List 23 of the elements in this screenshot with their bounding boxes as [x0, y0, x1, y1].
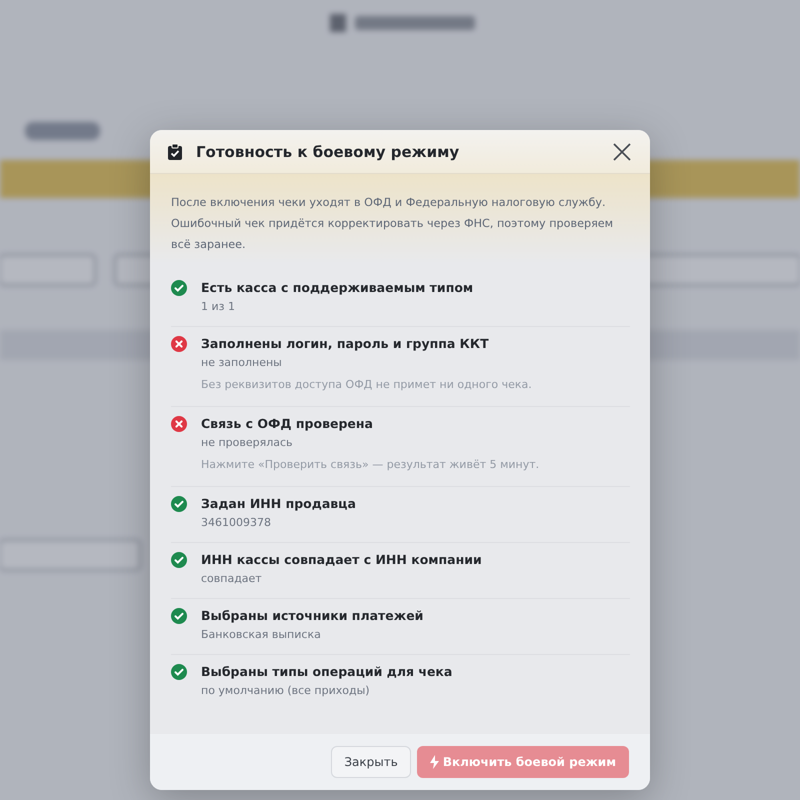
- close-button[interactable]: Закрыть: [331, 746, 411, 778]
- check-value: совпадает: [201, 571, 263, 587]
- check-value: 3461009378: [201, 515, 272, 531]
- check-title: Заполнены логин, пароль и группа ККТ: [201, 335, 490, 353]
- blurred-page-icon: [330, 14, 346, 32]
- check-title: Выбраны источники платежей: [201, 607, 424, 625]
- lightning-icon: [430, 755, 439, 769]
- intro-text: После включения чеки уходят в ОФД и Федеральную налоговую службу. Ошибочный чек придётся корректировать через ФНС, поэтому проверяем всё заранее.: [171, 195, 614, 253]
- check-hint: Без реквизитов доступа ОФД не примет ни одного чека.: [201, 377, 532, 393]
- check-value: по умолчанию (все приходы): [201, 683, 371, 699]
- check-title: Связь с ОФД проверена: [201, 415, 374, 433]
- check-title: Выбраны типы операций для чека: [201, 663, 452, 681]
- check-value: не заполнены: [201, 355, 283, 371]
- check-value: 1 из 1: [201, 299, 236, 315]
- close-icon[interactable]: [612, 142, 632, 162]
- clipboard-check-icon: [168, 144, 182, 160]
- check-value: не проверялась: [201, 435, 294, 451]
- check-title: Задан ИНН продавца: [201, 495, 356, 513]
- check-title: ИНН кассы совпадает с ИНН компании: [201, 551, 482, 569]
- check-title: Есть касса с поддерживаемым типом: [201, 279, 474, 297]
- dialog-title: Готовность к боевому режиму: [196, 142, 460, 160]
- check-value: Банковская выписка: [201, 627, 322, 643]
- check-hint: Нажмите «Проверить связь» — результат живёт 5 минут.: [201, 457, 540, 473]
